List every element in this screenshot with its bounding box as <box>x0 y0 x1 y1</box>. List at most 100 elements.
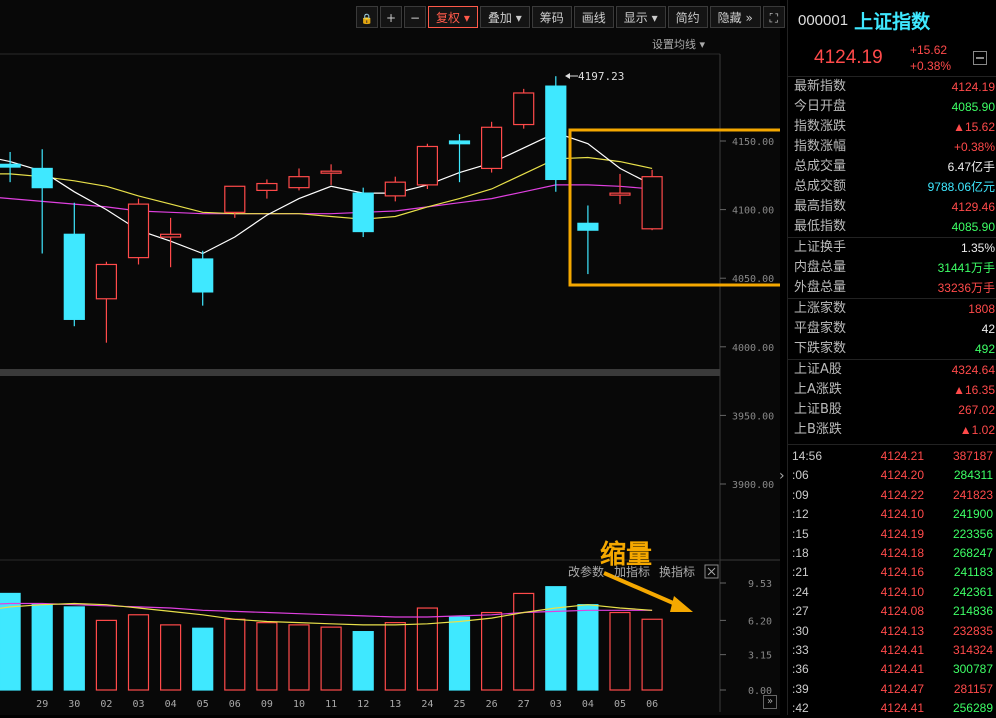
date-label: 04 <box>165 699 177 710</box>
stats-block-1: 最新指数 4124.19 今日开盘 4085.90 指数涨跌 ▲15.62 指数涨幅 +0.3… <box>788 77 996 237</box>
lock-button[interactable]: 🔒 <box>356 6 378 28</box>
stat-value: 6.47亿手 <box>947 160 995 174</box>
date-label: 29 <box>36 699 48 710</box>
stat-row: 上证B股 267.02 <box>788 400 996 420</box>
scroll-right-button[interactable]: » <box>763 695 777 709</box>
date-label: 04 <box>582 699 594 710</box>
kline-chart-area[interactable]: 4150.00 4100.00 4050.00 4000.00 3950.00 3900.… <box>0 0 785 715</box>
candle-body <box>352 192 374 233</box>
switch-indicator-link[interactable]: 换指标 <box>659 564 695 579</box>
fullscreen-icon: ⛶ <box>769 11 778 25</box>
date-label: 11 <box>325 699 337 710</box>
tick-volume: 314324 <box>952 642 993 657</box>
expand-panel-icon[interactable]: › <box>779 468 785 484</box>
volume-bar <box>256 622 278 691</box>
stat-label: 平盘家数 <box>794 321 847 336</box>
fuquan-button[interactable]: 复权 ▾ <box>428 6 478 28</box>
tick-time: :06 <box>792 468 809 483</box>
candle-body <box>0 163 21 168</box>
candle-body <box>416 145 438 186</box>
tick-price: 4124.10 <box>880 507 924 522</box>
candle-body <box>577 222 599 231</box>
volume-bar <box>513 592 535 691</box>
tick-volume: 241900 <box>952 507 993 522</box>
stat-label: 上涨家数 <box>794 301 847 316</box>
date-label: 03 <box>132 699 144 710</box>
candle-body <box>31 167 53 189</box>
draw-line-button[interactable]: 画线 <box>573 6 614 28</box>
display-button[interactable]: 显示 ▾ <box>615 6 666 28</box>
tick-row: 14:56 4124.21 387187 <box>788 447 996 466</box>
volume-bar <box>31 604 53 691</box>
stat-label: 上证A股 <box>794 362 842 377</box>
tick-row: :27 4124.08 214836 <box>788 602 996 621</box>
tick-time: 14:56 <box>792 449 823 463</box>
volume-bar <box>352 631 374 691</box>
tick-time: :27 <box>792 604 809 619</box>
stat-label: 最高指数 <box>794 199 847 214</box>
tick-row: :24 4124.10 242361 <box>788 583 996 602</box>
stat-row: 上A涨跌 ▲16.35 <box>788 380 996 400</box>
tick-price: 4124.19 <box>880 526 924 541</box>
fullscreen-button[interactable]: ⛶ <box>762 6 785 28</box>
date-label: 30 <box>68 699 80 710</box>
candle-body <box>481 126 503 170</box>
date-label: 06 <box>646 699 658 710</box>
stat-row: 上证换手 1.35% <box>788 238 996 258</box>
add-indicator-link[interactable]: 加指标 <box>614 564 650 579</box>
price-tick-label: 4100.00 <box>732 206 774 217</box>
stat-row: 上涨家数 1808 <box>788 299 996 319</box>
volume-bar <box>95 619 118 691</box>
pane-divider[interactable] <box>0 369 720 376</box>
fuquan-label: 复权 <box>436 11 461 25</box>
tick-price: 4124.08 <box>880 604 924 619</box>
hide-button[interactable]: 隐藏 » <box>709 6 761 28</box>
tick-price: 4124.21 <box>880 449 924 463</box>
stats-block-4: 上证A股 4324.64 上A涨跌 ▲16.35 上证B股 267.02 上B涨跌 ▲1.02 <box>788 359 996 440</box>
tick-volume: 232835 <box>952 623 993 638</box>
stat-label: 最新指数 <box>794 79 847 94</box>
stat-value: 4085.90 <box>951 100 995 114</box>
zoom-out-button[interactable]: − <box>404 6 426 28</box>
tick-list[interactable]: 14:56 4124.21 387187:06 4124.20 284311:09 412… <box>788 444 996 718</box>
date-label: 26 <box>486 699 498 710</box>
tick-volume: 242361 <box>952 584 993 599</box>
candle-body <box>224 185 246 213</box>
high-price-label: 4197.23 <box>578 70 624 83</box>
tick-time: :21 <box>792 565 809 580</box>
date-label: 13 <box>389 699 401 710</box>
stat-value: ▲16.35 <box>953 383 995 397</box>
tick-price: 4124.47 <box>880 681 924 696</box>
change-params-link[interactable]: 改参数 <box>568 564 604 579</box>
tick-price: 4124.10 <box>880 584 924 599</box>
simple-button[interactable]: 简约 <box>667 6 708 28</box>
price-tick-label: 4000.00 <box>732 343 774 354</box>
price-change-pct: +0.38% <box>910 59 952 73</box>
tick-row: :15 4124.19 223356 <box>788 525 996 544</box>
stat-row: 内盘总量 31441万手 <box>788 258 996 278</box>
stat-label: 上B涨跌 <box>794 422 842 437</box>
stat-value: +0.38% <box>953 140 995 154</box>
chips-button[interactable]: 筹码 <box>531 6 572 28</box>
stat-value: ▲15.62 <box>953 120 995 134</box>
volume-tick-label: 9.53 <box>748 579 772 590</box>
overlay-button[interactable]: 叠加 ▾ <box>479 6 530 28</box>
volume-bar <box>384 622 406 691</box>
volume-bar <box>224 618 246 691</box>
volume-bar <box>160 624 182 691</box>
stats-block-2: 上证换手 1.35% 内盘总量 31441万手 外盘总量 33236万手 <box>788 237 996 298</box>
ma-setting-dropdown[interactable]: 设置均线 ▾ <box>652 36 705 52</box>
kline-svg[interactable]: 4150.004100.004050.004000.003950.003900.… <box>0 0 780 715</box>
volume-bar <box>192 627 214 691</box>
date-label: 05 <box>197 699 209 710</box>
tick-time: :33 <box>792 642 809 657</box>
tick-time: :36 <box>792 662 809 677</box>
stat-row: 外盘总量 33236万手 <box>788 278 996 298</box>
stat-value: 1808 <box>968 302 995 316</box>
tick-row: :21 4124.16 241183 <box>788 563 996 582</box>
volume-bar <box>577 604 599 691</box>
minimize-button[interactable] <box>973 51 988 65</box>
candle-body <box>160 233 182 238</box>
stat-row: 最新指数 4124.19 <box>788 77 996 97</box>
zoom-in-button[interactable]: + <box>380 6 402 28</box>
